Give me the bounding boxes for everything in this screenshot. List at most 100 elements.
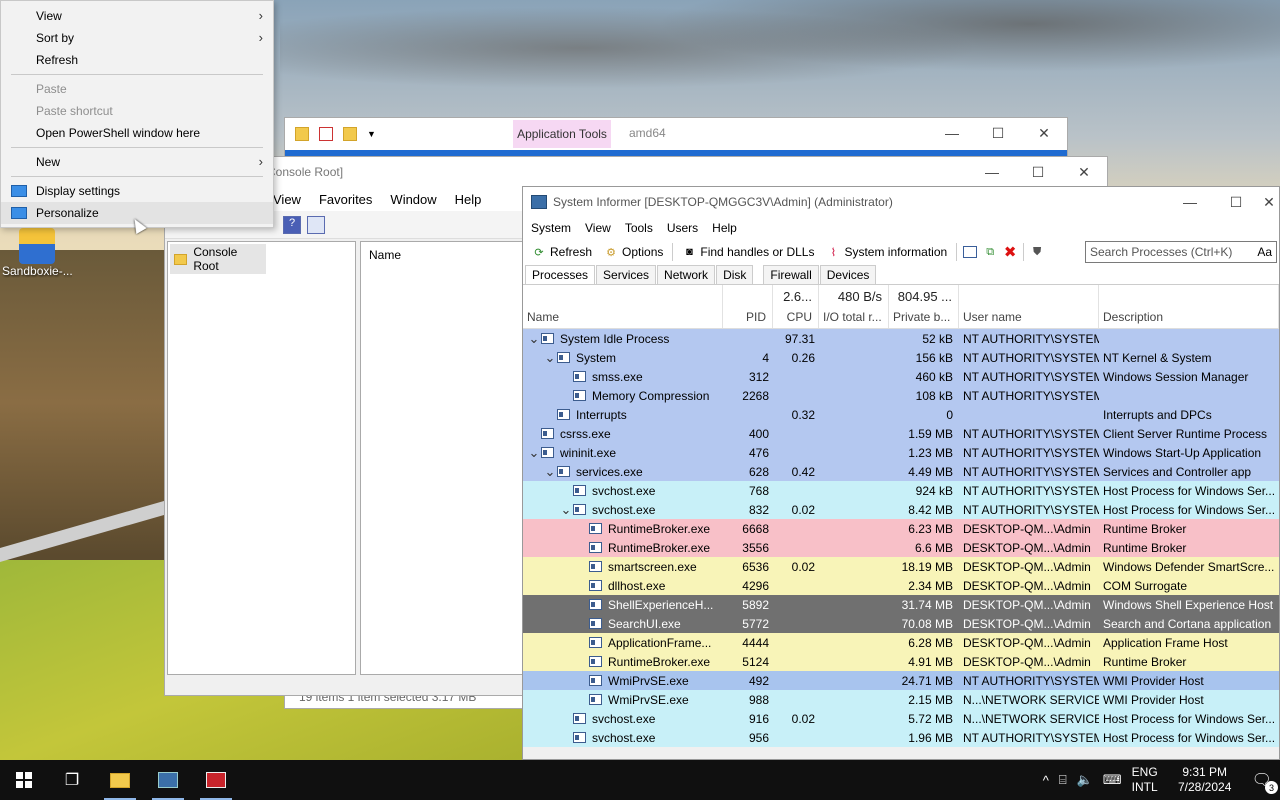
process-row[interactable]: SearchUI.exe 5772 70.08 MB DESKTOP-QM...\Ad… <box>523 614 1279 633</box>
chevron-down-icon[interactable]: ⌄ <box>543 350 557 366</box>
refresh-button[interactable]: ⟳ Refresh <box>529 243 595 261</box>
minimize-icon[interactable]: — <box>969 157 1015 187</box>
process-row[interactable]: WmiPrvSE.exe 988 2.15 MB N...\NETWORK SERVI… <box>523 690 1279 709</box>
minimize-icon[interactable]: — <box>929 118 975 148</box>
notifications-button[interactable]: 🗨 3 <box>1252 770 1278 794</box>
si-menu-tools[interactable]: Tools <box>625 221 653 235</box>
tab-network[interactable]: Network <box>657 265 716 284</box>
system-information-button[interactable]: ⌇ System information <box>823 243 950 261</box>
process-row[interactable]: smss.exe 312 460 kB NT AUTHORITY\SYSTEM Wind… <box>523 367 1279 386</box>
process-row[interactable]: Interrupts 0.32 0 Interrupts and DPCs <box>523 405 1279 424</box>
volume-muted-icon[interactable]: 🔈 <box>1077 772 1093 788</box>
column-cpu[interactable]: 2.6... CPU <box>773 285 819 328</box>
show-hide-console-tree-icon[interactable] <box>307 215 325 234</box>
process-row[interactable]: dllhost.exe 4296 2.34 MB DESKTOP-QM...\Admi… <box>523 576 1279 595</box>
mmc-menu-window[interactable]: Window <box>390 192 436 207</box>
properties-icon[interactable] <box>319 127 333 141</box>
chevron-down-icon[interactable]: ⌄ <box>543 464 557 480</box>
desktop-icon-sandboxie[interactable]: Sandboxie-... <box>2 228 72 278</box>
maximize-icon[interactable]: ☐ <box>975 118 1021 148</box>
chevron-down-icon[interactable]: ⌄ <box>559 502 573 518</box>
close-icon[interactable]: ✕ <box>1021 118 1067 148</box>
column-name[interactable]: Name <box>523 285 723 328</box>
chevron-up-icon[interactable]: ^ <box>1043 773 1049 788</box>
keyboard-icon[interactable]: ⌨ <box>1103 772 1122 788</box>
process-row[interactable]: WmiPrvSE.exe 492 24.71 MB NT AUTHORITY\SYST… <box>523 671 1279 690</box>
application-tools-tab[interactable]: Application Tools <box>513 120 611 148</box>
task-view-button[interactable]: ❐ <box>48 760 96 800</box>
maximize-icon[interactable]: ☐ <box>1213 187 1259 217</box>
si-menu-users[interactable]: Users <box>667 221 698 235</box>
find-window-icon[interactable]: ⧉ <box>983 245 997 259</box>
mmc-menu-help[interactable]: Help <box>455 192 482 207</box>
menu-item-paste[interactable]: Paste <box>1 78 273 100</box>
tab-devices[interactable]: Devices <box>819 265 877 284</box>
close-icon[interactable]: ✕ <box>1259 187 1279 217</box>
search-processes-input[interactable]: Search Processes (Ctrl+K) Aa <box>1085 241 1277 263</box>
process-row[interactable]: ShellExperienceH... 5892 31.74 MB DESKTOP-Q… <box>523 595 1279 614</box>
clock[interactable]: 9:31 PM 7/28/2024 <box>1168 765 1242 795</box>
process-row[interactable]: RuntimeBroker.exe 6668 6.23 MB DESKTOP-QM..… <box>523 519 1279 538</box>
mmc-tree-pane[interactable]: Console Root <box>167 241 356 675</box>
chevron-down-icon[interactable]: ▼ <box>367 129 376 139</box>
column-description[interactable]: Description <box>1099 285 1279 328</box>
process-row[interactable]: csrss.exe 400 1.59 MB NT AUTHORITY\SYSTEM Cl… <box>523 424 1279 443</box>
process-row[interactable]: Memory Compression 2268 108 kB NT AUTHORITY… <box>523 386 1279 405</box>
process-row[interactable]: ⌄ svchost.exe 832 0.02 8.42 MB NT AUTHORITY\S… <box>523 500 1279 519</box>
taskbar-system-informer[interactable] <box>144 760 192 800</box>
menu-item-sort-by[interactable]: Sort by › <box>1 27 273 49</box>
menu-item-open-powershell[interactable]: Open PowerShell window here <box>1 122 273 144</box>
system-informer-window[interactable]: System Informer [DESKTOP-QMGGC3V\Admin] … <box>522 186 1280 760</box>
start-button[interactable] <box>0 760 48 800</box>
close-icon[interactable]: ✕ <box>1061 157 1107 187</box>
taskbar-toolbox[interactable] <box>192 760 240 800</box>
si-titlebar[interactable]: System Informer [DESKTOP-QMGGC3V\Admin] … <box>523 187 1279 217</box>
tab-disk[interactable]: Disk <box>716 265 754 284</box>
find-handles-button[interactable]: ◙ Find handles or DLLs <box>679 243 817 261</box>
column-io-total[interactable]: 480 B/s I/O total r... <box>819 285 889 328</box>
si-menu-view[interactable]: View <box>585 221 611 235</box>
menu-item-display-settings[interactable]: Display settings <box>1 180 273 202</box>
column-user-name[interactable]: User name <box>959 285 1099 328</box>
input-language[interactable]: ENG INTL <box>1132 765 1158 795</box>
terminate-icon[interactable]: ✖ <box>1003 244 1017 261</box>
tree-node-console-root[interactable]: Console Root <box>170 244 266 274</box>
process-row[interactable]: ⌄ services.exe 628 0.42 4.49 MB NT AUTHORITY\… <box>523 462 1279 481</box>
mmc-menu-view[interactable]: View <box>273 192 301 207</box>
maximize-icon[interactable]: ☐ <box>1015 157 1061 187</box>
help-icon[interactable]: ? <box>283 215 301 234</box>
process-row[interactable]: RuntimeBroker.exe 3556 6.6 MB DESKTOP-QM...… <box>523 538 1279 557</box>
mmc-menu-favorites[interactable]: Favorites <box>319 192 372 207</box>
window-icon[interactable] <box>963 246 978 258</box>
process-row[interactable]: svchost.exe 956 1.96 MB NT AUTHORITY\SYSTEM… <box>523 728 1279 747</box>
mmc-titlebar[interactable]: Console Root] — ☐ ✕ <box>165 157 1107 187</box>
minimize-icon[interactable]: — <box>1167 187 1213 217</box>
process-row[interactable]: ⌄ System 4 0.26 156 kB NT AUTHORITY\SYSTEM NT … <box>523 348 1279 367</box>
column-private-bytes[interactable]: 804.95 ... Private b... <box>889 285 959 328</box>
process-row[interactable]: ⌄ wininit.exe 476 1.23 MB NT AUTHORITY\SYSTE… <box>523 443 1279 462</box>
column-pid[interactable]: PID <box>723 285 773 328</box>
process-row[interactable]: svchost.exe 916 0.02 5.72 MB N...\NETWORK SE… <box>523 709 1279 728</box>
process-row[interactable]: RuntimeBroker.exe 5124 4.91 MB DESKTOP-QM..… <box>523 652 1279 671</box>
network-icon[interactable]: ⌸ <box>1059 772 1067 788</box>
match-case-icon[interactable]: Aa <box>1257 245 1272 259</box>
tab-processes[interactable]: Processes <box>525 265 596 284</box>
chevron-down-icon[interactable]: ⌄ <box>527 445 541 461</box>
chevron-down-icon[interactable]: ⌄ <box>527 331 541 347</box>
taskbar-file-explorer[interactable] <box>96 760 144 800</box>
process-list[interactable]: ⌄ System Idle Process 97.31 52 kB NT AUTHORI… <box>523 329 1279 759</box>
menu-item-view[interactable]: View › <box>1 5 273 27</box>
menu-item-paste-shortcut[interactable]: Paste shortcut <box>1 100 273 122</box>
si-menu-help[interactable]: Help <box>712 221 737 235</box>
tab-firewall[interactable]: Firewall <box>763 265 819 284</box>
options-button[interactable]: ⚙ Options <box>601 243 666 261</box>
process-row[interactable]: ⌄ System Idle Process 97.31 52 kB NT AUTHORI… <box>523 329 1279 348</box>
tab-services[interactable]: Services <box>596 265 657 284</box>
menu-item-refresh[interactable]: Refresh <box>1 49 273 71</box>
process-row[interactable]: svchost.exe 768 924 kB NT AUTHORITY\SYSTEM H… <box>523 481 1279 500</box>
new-folder-icon[interactable] <box>343 127 357 141</box>
process-row[interactable]: ApplicationFrame... 4444 6.28 MB DESKTOP-QM… <box>523 633 1279 652</box>
menu-item-new[interactable]: New › <box>1 151 273 173</box>
explorer-titlebar[interactable]: ▼ Application Tools amd64 — ☐ ✕ <box>285 118 1067 150</box>
process-row[interactable]: smartscreen.exe 6536 0.02 18.19 MB DESKTOP-Q… <box>523 557 1279 576</box>
